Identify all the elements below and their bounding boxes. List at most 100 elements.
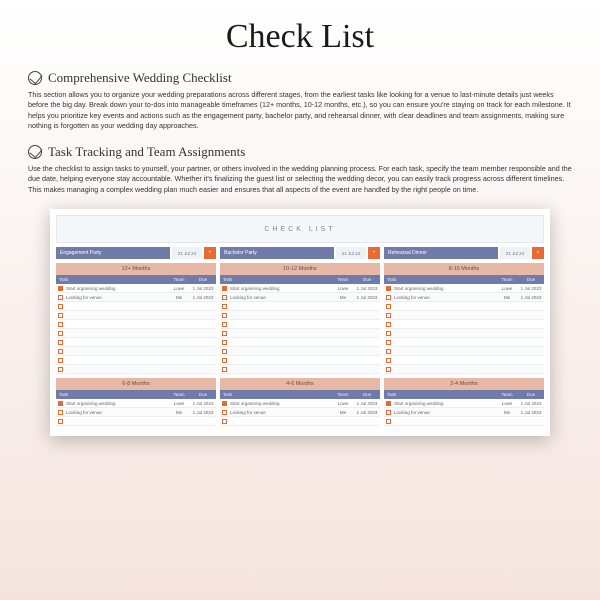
- task-name: Start organising wedding: [392, 286, 496, 291]
- task-checkbox[interactable]: [56, 331, 64, 336]
- task-checkbox[interactable]: [384, 295, 392, 300]
- section-heading: Task Tracking and Team Assignments: [48, 144, 245, 160]
- task-checkbox[interactable]: [220, 313, 228, 318]
- event-add-button[interactable]: +: [368, 247, 380, 259]
- timeline-header: 6-8 Months: [56, 378, 216, 390]
- task-name: Start organising wedding: [392, 401, 496, 406]
- subhead-due: Due: [518, 390, 544, 399]
- task-row-empty: [56, 417, 216, 426]
- task-checkbox[interactable]: [56, 322, 64, 327]
- timeline-column: 10-12 MonthsTaskTeamDueStart organising …: [220, 263, 380, 374]
- task-checkbox[interactable]: [56, 419, 64, 424]
- subhead-team: Team: [332, 390, 354, 399]
- event-name: Bachelor Party: [220, 247, 334, 259]
- event-close-button[interactable]: ×: [532, 247, 544, 259]
- task-checkbox[interactable]: [56, 286, 64, 291]
- task-checkbox[interactable]: [220, 331, 228, 336]
- section-comprehensive: Comprehensive Wedding Checklist This sec…: [28, 70, 572, 132]
- task-checkbox[interactable]: [56, 349, 64, 354]
- task-name: Looking for venue: [392, 295, 496, 300]
- subhead-task: Task: [220, 275, 332, 284]
- task-row-empty: [220, 347, 380, 356]
- check-circle-icon: [28, 145, 42, 159]
- task-checkbox[interactable]: [56, 367, 64, 372]
- task-row-empty: [220, 311, 380, 320]
- task-row-empty: [220, 302, 380, 311]
- timeline-column: 2-4 MonthsTaskTeamDueStart organising we…: [384, 378, 544, 426]
- task-name: Looking for venue: [64, 295, 168, 300]
- task-row: Looking for venueMe1 Jul 2023: [56, 293, 216, 302]
- task-checkbox[interactable]: [384, 304, 392, 309]
- task-team: Lowe: [496, 286, 518, 291]
- task-checkbox[interactable]: [220, 358, 228, 363]
- task-checkbox[interactable]: [56, 313, 64, 318]
- task-checkbox[interactable]: [56, 295, 64, 300]
- task-checkbox[interactable]: [220, 295, 228, 300]
- task-checkbox[interactable]: [384, 322, 392, 327]
- column-subheader: TaskTeamDue: [56, 275, 216, 284]
- task-checkbox[interactable]: [384, 340, 392, 345]
- subhead-due: Due: [190, 275, 216, 284]
- task-checkbox[interactable]: [220, 304, 228, 309]
- task-row-empty: [56, 320, 216, 329]
- task-team: Me: [332, 295, 354, 300]
- task-checkbox[interactable]: [56, 304, 64, 309]
- task-row-empty: [384, 365, 544, 374]
- task-team: Me: [496, 295, 518, 300]
- task-checkbox[interactable]: [384, 419, 392, 424]
- subhead-due: Due: [354, 390, 380, 399]
- subhead-task: Task: [220, 390, 332, 399]
- task-checkbox[interactable]: [56, 410, 64, 415]
- task-due: 1 Jul 2023: [190, 295, 216, 300]
- timeline-header: 12+ Months: [56, 263, 216, 275]
- task-checkbox[interactable]: [220, 340, 228, 345]
- embedded-screenshot: CHECK LIST Engagement Party 21 Jul 24 + …: [50, 209, 550, 436]
- task-checkbox[interactable]: [220, 286, 228, 291]
- task-row-empty: [384, 329, 544, 338]
- task-checkbox[interactable]: [220, 367, 228, 372]
- task-checkbox[interactable]: [384, 410, 392, 415]
- task-row: Start organising weddingLowe1 Jul 2023: [384, 399, 544, 408]
- task-team: Lowe: [332, 401, 354, 406]
- task-due: 1 Jul 2023: [190, 410, 216, 415]
- task-checkbox[interactable]: [220, 322, 228, 327]
- task-checkbox[interactable]: [384, 358, 392, 363]
- task-row-empty: [56, 347, 216, 356]
- page-title: Check List: [28, 18, 572, 56]
- task-row-empty: [56, 365, 216, 374]
- task-due: 1 Jul 2023: [354, 295, 380, 300]
- task-row-empty: [56, 329, 216, 338]
- task-checkbox[interactable]: [384, 286, 392, 291]
- task-checkbox[interactable]: [220, 410, 228, 415]
- task-name: Looking for venue: [64, 410, 168, 415]
- timeline-header: 4-6 Months: [220, 378, 380, 390]
- task-row-empty: [384, 302, 544, 311]
- task-checkbox[interactable]: [56, 340, 64, 345]
- subhead-team: Team: [496, 275, 518, 284]
- event-date: 21 Jul 24: [172, 247, 202, 259]
- task-checkbox[interactable]: [384, 313, 392, 318]
- timeline-column: 8-10 MonthsTaskTeamDueStart organising w…: [384, 263, 544, 374]
- task-checkbox[interactable]: [384, 349, 392, 354]
- task-checkbox[interactable]: [56, 358, 64, 363]
- event-name: Engagement Party: [56, 247, 170, 259]
- event-add-button[interactable]: +: [204, 247, 216, 259]
- task-row-empty: [384, 320, 544, 329]
- task-checkbox[interactable]: [384, 331, 392, 336]
- task-checkbox[interactable]: [384, 401, 392, 406]
- subhead-task: Task: [384, 275, 496, 284]
- task-checkbox[interactable]: [220, 401, 228, 406]
- task-due: 1 Jul 2023: [354, 401, 380, 406]
- task-row: Looking for venueMe1 Jul 2023: [384, 293, 544, 302]
- task-checkbox[interactable]: [384, 367, 392, 372]
- task-checkbox[interactable]: [220, 349, 228, 354]
- task-checkbox[interactable]: [56, 401, 64, 406]
- task-name: Start organising wedding: [64, 401, 168, 406]
- task-name: Looking for venue: [228, 410, 332, 415]
- task-checkbox[interactable]: [220, 419, 228, 424]
- event-cell: Engagement Party 21 Jul 24 +: [56, 247, 216, 259]
- section-body: Use the checklist to assign tasks to you…: [28, 164, 572, 195]
- subhead-task: Task: [56, 275, 168, 284]
- task-row-empty: [220, 320, 380, 329]
- task-row-empty: [56, 356, 216, 365]
